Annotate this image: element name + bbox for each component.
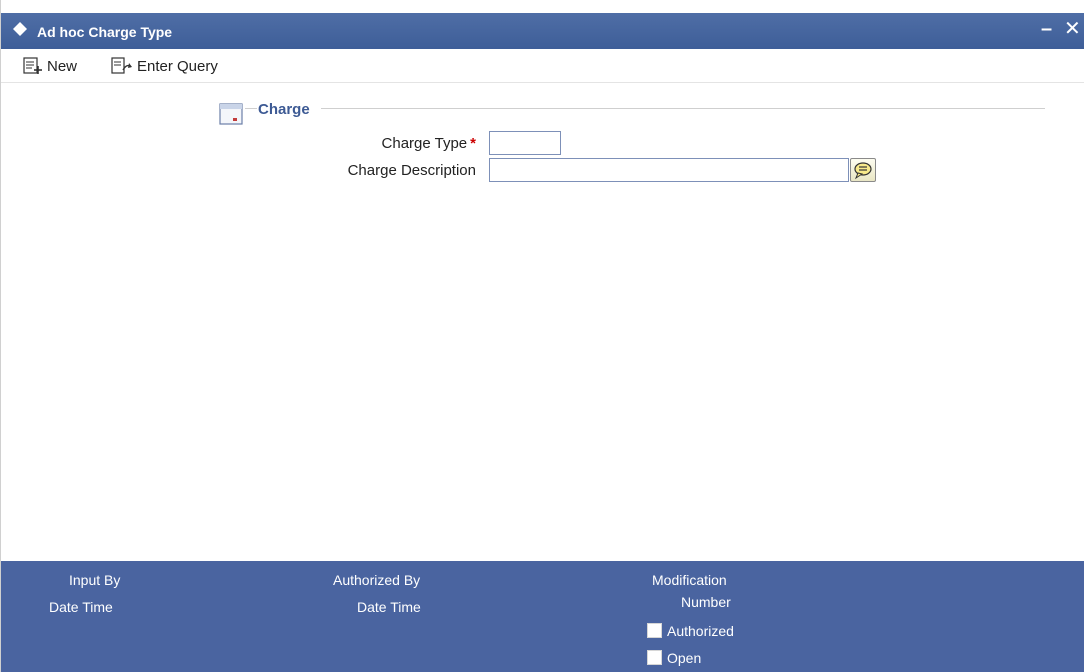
new-record-icon [23,57,42,74]
new-button-label: New [47,57,78,75]
charge-description-input[interactable] [489,158,849,182]
authorized-date-time-label: Date Time [357,599,421,615]
input-date-time-label: Date Time [49,599,113,615]
diamond-icon [13,22,27,36]
enter-query-icon [111,57,132,74]
charge-type-label: Charge Type * [301,135,476,152]
toolbar: New Enter Query [1,49,1084,83]
section-title-charge: Charge [258,101,310,118]
enter-query-button[interactable]: Enter Query [111,55,218,77]
input-by-label: Input By [69,572,121,588]
modification-number-label: Number [681,594,731,610]
authorized-checkbox[interactable] [647,623,662,638]
window-title: Ad hoc Charge Type [37,24,173,40]
open-checkbox[interactable] [647,650,662,665]
authorized-by-label: Authorized By [333,572,421,588]
charge-description-label: Charge Description [347,162,476,179]
required-marker: * [470,135,476,152]
section-divider-left [245,108,257,109]
open-checkbox-label: Open [667,650,702,666]
charge-type-input[interactable] [489,131,561,155]
section-collapse-icon[interactable] [219,103,243,125]
enter-query-label: Enter Query [137,57,218,75]
close-button[interactable]: ✕ [1064,17,1081,41]
modification-label: Modification [652,572,727,588]
app-window: Ad hoc Charge Type – ✕ New Enter Query C… [0,0,1084,672]
minimize-button[interactable]: – [1041,17,1052,41]
authorized-checkbox-label: Authorized [667,623,734,639]
description-lov-button[interactable] [850,158,876,182]
charge-type-label-text: Charge Type [381,135,468,152]
section-divider [321,108,1045,109]
new-button[interactable]: New [23,55,77,77]
title-bar[interactable]: Ad hoc Charge Type – ✕ [1,13,1084,49]
audit-footer: Input By Date Time Authorized By Date Ti… [1,561,1084,672]
speech-bubble-icon [854,162,872,180]
